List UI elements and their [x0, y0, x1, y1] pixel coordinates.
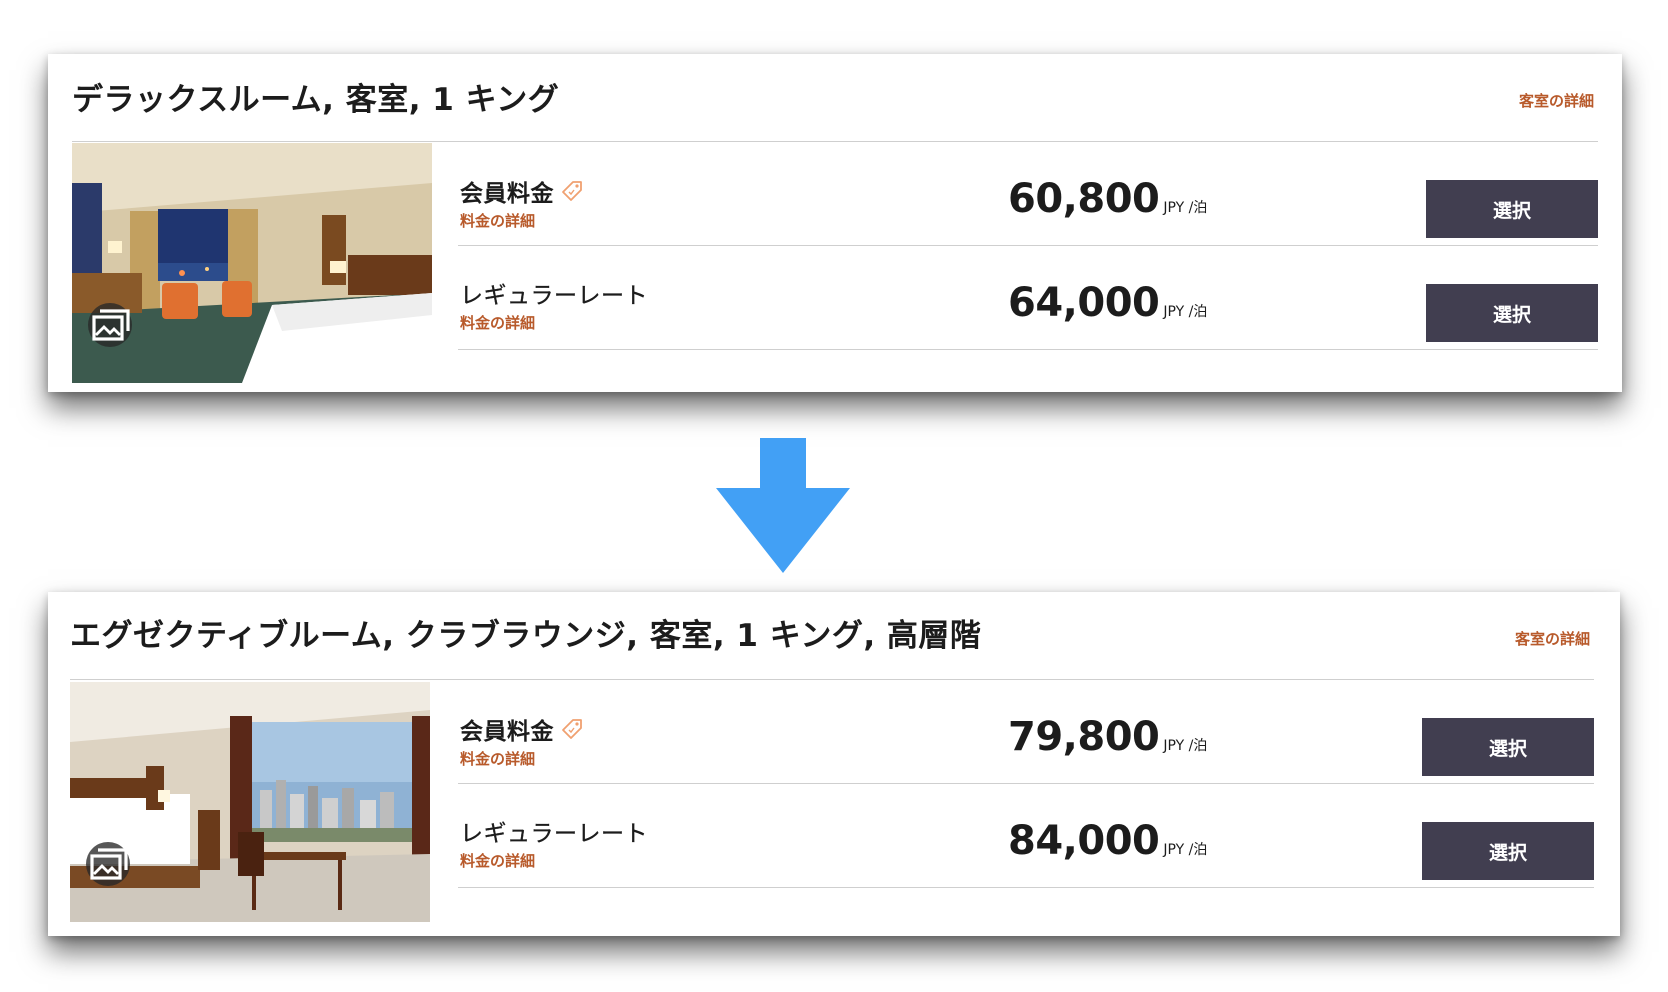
rate-name: レギュラーレート	[460, 821, 648, 847]
price-amount: 84,000	[1008, 818, 1160, 864]
rate-name: 会員料金	[460, 719, 554, 745]
rate-name: 会員料金	[460, 181, 554, 207]
rate-row-member: 会員料金 料金の詳細 60,800 JPY /泊 選択	[458, 142, 1598, 246]
room-card-executive: エグゼクティブルーム, クラブラウンジ, 客室, 1 キング, 高層階 客室の詳…	[48, 592, 1620, 936]
room-photo[interactable]	[72, 143, 432, 383]
rate-details-link[interactable]: 料金の詳細	[460, 312, 535, 333]
price-amount: 79,800	[1008, 714, 1160, 760]
room-card-deluxe: デラックスルーム, 客室, 1 キング 客室の詳細 会員料金 料金の詳細 60,…	[48, 54, 1622, 392]
room-photo[interactable]	[70, 682, 430, 922]
price-unit: JPY /泊	[1163, 200, 1208, 216]
price: 64,000 JPY /泊	[1008, 280, 1207, 326]
price-tag-icon	[562, 719, 582, 739]
room-photo-image	[72, 143, 432, 383]
room-photo-image	[70, 682, 430, 922]
select-button[interactable]: 選択	[1426, 180, 1598, 238]
room-details-link[interactable]: 客室の詳細	[1519, 90, 1594, 111]
rate-name: レギュラーレート	[460, 283, 648, 309]
room-details-link[interactable]: 客室の詳細	[1515, 628, 1590, 649]
select-button[interactable]: 選択	[1426, 284, 1598, 342]
room-title: デラックスルーム, 客室, 1 キング	[72, 82, 560, 118]
rate-row-regular: レギュラーレート 料金の詳細 84,000 JPY /泊 選択	[458, 784, 1594, 888]
price-unit: JPY /泊	[1163, 842, 1208, 858]
select-button[interactable]: 選択	[1422, 822, 1594, 880]
gallery-button[interactable]	[88, 303, 132, 347]
rate-details-link[interactable]: 料金の詳細	[460, 850, 535, 871]
rate-row-regular: レギュラーレート 料金の詳細 64,000 JPY /泊 選択	[458, 246, 1598, 350]
gallery-button[interactable]	[86, 842, 130, 886]
price-unit: JPY /泊	[1163, 304, 1208, 320]
select-button[interactable]: 選択	[1422, 718, 1594, 776]
rate-details-link[interactable]: 料金の詳細	[460, 210, 535, 231]
price-amount: 64,000	[1008, 280, 1160, 326]
price-amount: 60,800	[1008, 176, 1160, 222]
gallery-icon	[90, 848, 128, 880]
down-arrow-icon	[716, 438, 850, 573]
rate-details-link[interactable]: 料金の詳細	[460, 748, 535, 769]
price: 84,000 JPY /泊	[1008, 818, 1207, 864]
rate-row-member: 会員料金 料金の詳細 79,800 JPY /泊 選択	[458, 680, 1594, 784]
price-unit: JPY /泊	[1163, 738, 1208, 754]
price-tag-icon	[562, 181, 582, 201]
price: 60,800 JPY /泊	[1008, 176, 1207, 222]
room-title: エグゼクティブルーム, クラブラウンジ, 客室, 1 キング, 高層階	[70, 618, 982, 654]
price: 79,800 JPY /泊	[1008, 714, 1207, 760]
gallery-icon	[92, 309, 130, 341]
